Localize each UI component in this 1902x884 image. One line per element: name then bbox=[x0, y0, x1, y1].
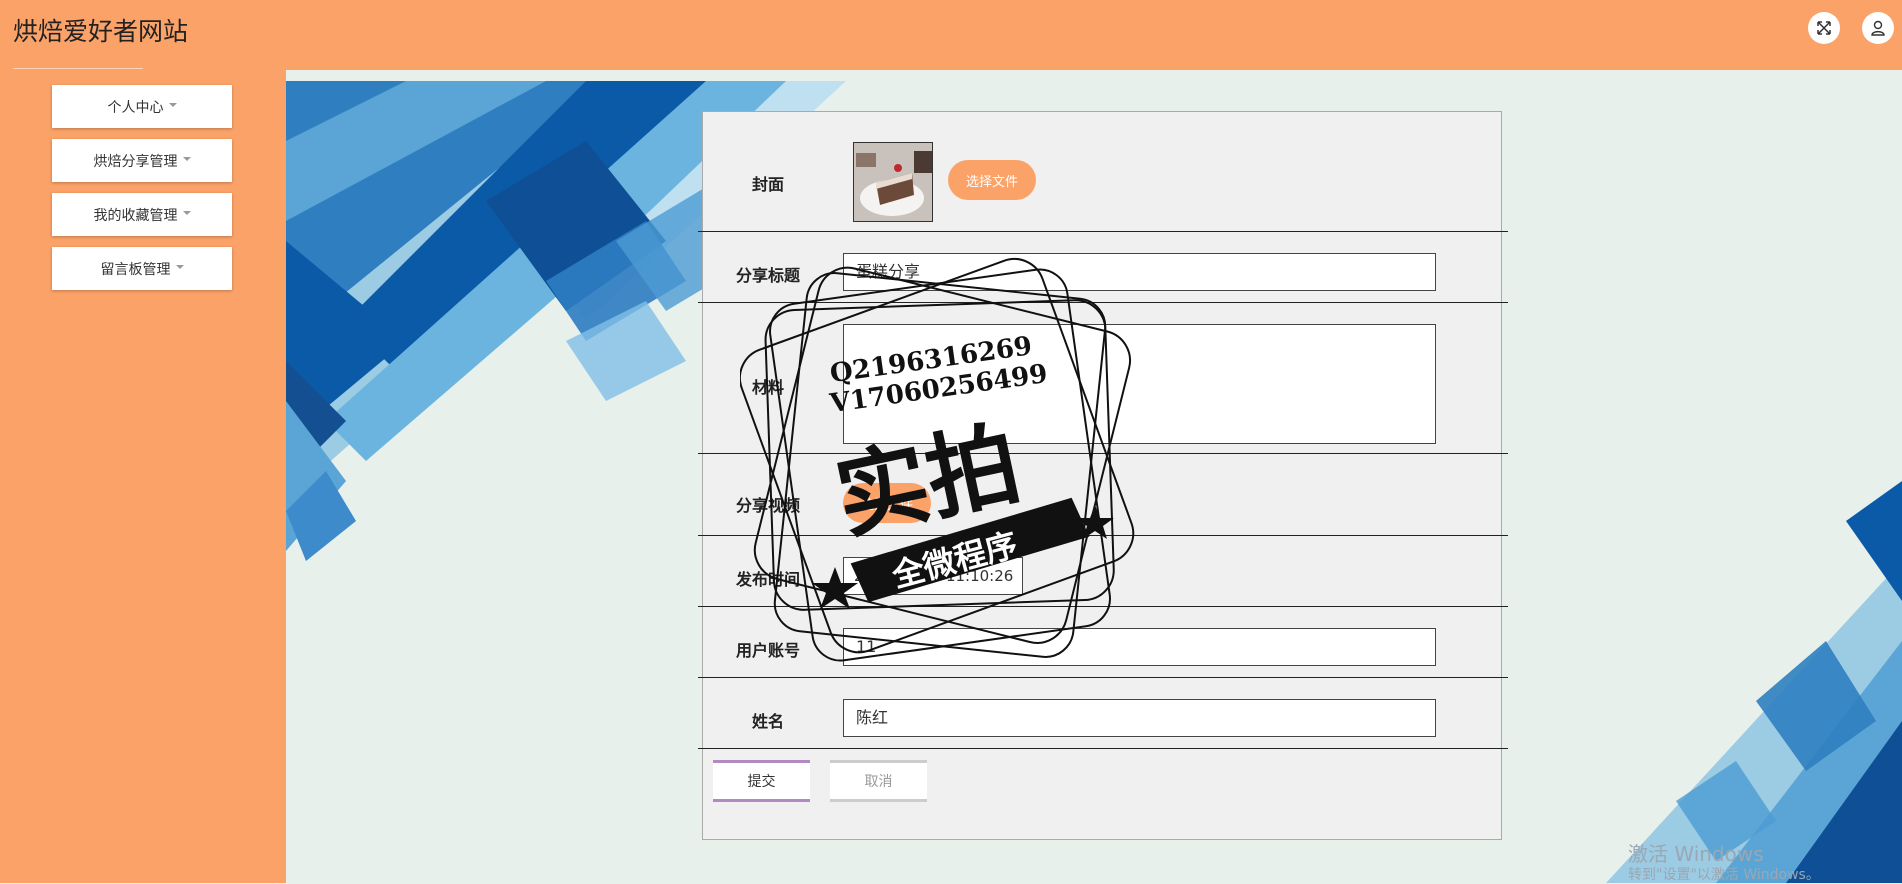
sidebar-item-message-board[interactable]: 留言板管理 bbox=[52, 247, 232, 290]
user-button[interactable] bbox=[1862, 12, 1894, 44]
share-video-label: 分享视频 bbox=[735, 496, 800, 515]
cancel-button[interactable]: 取消 bbox=[830, 760, 927, 802]
submit-button[interactable]: 提交 bbox=[713, 760, 810, 802]
share-title-input[interactable]: 蛋糕分享 bbox=[843, 253, 1436, 291]
row-divider bbox=[698, 535, 1508, 536]
name-label: 姓名 bbox=[751, 712, 784, 731]
caret-down-icon bbox=[168, 102, 177, 107]
site-title: 烘焙爱好者网站 bbox=[13, 17, 189, 46]
title-underline bbox=[13, 68, 143, 69]
fullscreen-button[interactable] bbox=[1808, 12, 1840, 44]
caret-down-icon bbox=[182, 156, 191, 161]
cover-image bbox=[853, 142, 933, 222]
caret-down-icon bbox=[175, 264, 184, 269]
video-choose-file-button[interactable]: 选择文件 bbox=[843, 483, 931, 523]
publish-time-label: 发布时间 bbox=[735, 570, 800, 589]
row-divider bbox=[698, 453, 1508, 454]
row-divider bbox=[698, 677, 1508, 678]
cover-choose-file-button[interactable]: 选择文件 bbox=[948, 160, 1036, 200]
sidebar-item-label: 我的收藏管理 bbox=[93, 207, 178, 224]
row-divider bbox=[698, 302, 1508, 303]
publish-time-input[interactable]: 2022-03-29 11:10:26 bbox=[843, 557, 1023, 595]
name-input[interactable]: 陈红 bbox=[843, 699, 1436, 737]
row-divider bbox=[698, 606, 1508, 607]
cake-picture bbox=[854, 143, 932, 221]
sidebar-item-label: 留言板管理 bbox=[100, 261, 171, 278]
sidebar-item-label: 烘焙分享管理 bbox=[93, 153, 178, 170]
edit-form: 封面 选择文件 分享标题 蛋糕分享 材料 分享视频 选择文件 发布时间 2022… bbox=[698, 111, 1508, 840]
user-icon bbox=[1871, 20, 1885, 36]
sidebar: 个人中心 烘焙分享管理 我的收藏管理 留言板管理 bbox=[0, 70, 286, 883]
user-account-label: 用户账号 bbox=[735, 641, 800, 660]
top-header: 烘焙爱好者网站 bbox=[0, 0, 1902, 70]
row-divider bbox=[698, 748, 1508, 749]
share-title-label: 分享标题 bbox=[735, 266, 800, 285]
user-account-input[interactable]: 11 bbox=[843, 628, 1436, 666]
sidebar-item-my-favorites[interactable]: 我的收藏管理 bbox=[52, 193, 232, 236]
cover-label: 封面 bbox=[751, 175, 784, 194]
caret-down-icon bbox=[182, 210, 191, 215]
expand-arrows-icon bbox=[1817, 21, 1831, 35]
row-divider bbox=[698, 231, 1508, 232]
ingredients-label: 材料 bbox=[751, 378, 784, 397]
sidebar-item-baking-share[interactable]: 烘焙分享管理 bbox=[52, 139, 232, 182]
sidebar-item-label: 个人中心 bbox=[107, 99, 164, 116]
activate-windows-hint: 转到"设置"以激活 Windows。 bbox=[1628, 867, 1820, 883]
activate-windows-title: 激活 Windows bbox=[1628, 842, 1764, 866]
sidebar-item-personal-center[interactable]: 个人中心 bbox=[52, 85, 232, 128]
ingredients-textarea[interactable] bbox=[843, 324, 1436, 444]
